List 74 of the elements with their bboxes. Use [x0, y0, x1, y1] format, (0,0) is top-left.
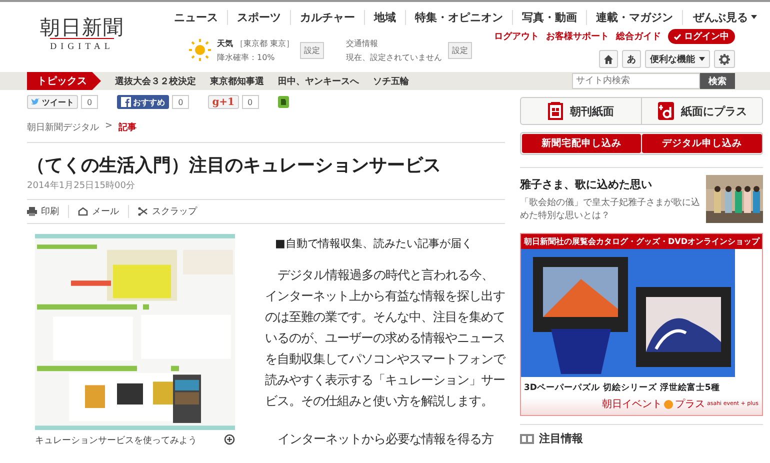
scissors-icon	[138, 207, 148, 216]
tools-menu-button[interactable]: 便利な機能	[645, 50, 710, 68]
ad-header: 朝日新聞社の展覧会カタログ・グッズ・DVDオンラインショップ	[521, 234, 762, 249]
nav-link[interactable]: スポーツ	[228, 10, 291, 24]
article-date: 2014年1月25日15時00分	[27, 179, 505, 200]
rain-chance: 降水確率：10%	[217, 52, 276, 62]
image-caption: キュレーションサービスを使ってみよう	[35, 434, 197, 447]
weather-settings-button[interactable]: 設定	[300, 42, 324, 58]
ad-caption: 3Dペーパーパズル 切絵シリーズ 浮世絵富士5種	[523, 382, 721, 395]
subscribe-button[interactable]: 新聞宅配申し込み	[522, 134, 642, 153]
traffic-settings-button[interactable]: 設定	[448, 42, 472, 58]
search-button[interactable]: 検索	[700, 73, 735, 89]
share-count: 0	[172, 95, 190, 109]
section-title: 注目情報	[539, 431, 583, 446]
brand-suffix: プラス	[674, 398, 705, 411]
facebook-icon	[121, 97, 132, 107]
article-subheading: ■自動で情報収集、読みたい記事が届く	[275, 236, 474, 251]
subscribe-button[interactable]: デジタル申し込み	[642, 134, 762, 153]
nav-link[interactable]: 連載・マガジン	[587, 10, 683, 24]
share-count: 0	[81, 95, 98, 109]
topic-link[interactable]: 選抜大会３２校決定	[115, 74, 196, 88]
share-button[interactable]: おすすめ	[117, 95, 170, 109]
section-icon	[520, 434, 534, 444]
printer-icon	[27, 207, 37, 216]
feature-summary: 「歌会始の儀」で皇太子妃雅子さまが歌に込めた特別な思いとは？	[520, 197, 700, 223]
settings-button[interactable]	[714, 50, 735, 68]
brand-name: 朝日イベント	[602, 398, 662, 411]
nav-more-link[interactable]: ぜんぶ見る	[683, 10, 757, 24]
article-tool-link[interactable]: スクラップ	[129, 205, 206, 218]
header-link[interactable]: お客様サポート	[546, 30, 609, 43]
check-icon	[674, 34, 681, 40]
home-button[interactable]	[599, 50, 618, 68]
brand-dot-icon	[664, 400, 673, 408]
font-size-button[interactable]: あ	[622, 50, 641, 68]
newspaper-icon	[548, 102, 564, 120]
nav-link[interactable]: カルチャー	[291, 10, 365, 24]
weather-location: 天気 ［東京都 東京］	[217, 38, 294, 48]
share-count: 0	[242, 95, 259, 109]
paper-button[interactable]: 朝刊紙面	[521, 98, 642, 124]
gear-icon	[719, 54, 730, 64]
share-button[interactable]: g+1	[208, 95, 239, 109]
nav-link[interactable]: 写真・動画	[513, 10, 587, 24]
header-link[interactable]: ログアウト	[494, 30, 539, 43]
traffic-status: 現在、設定されていません	[346, 52, 442, 62]
breadcrumb-current[interactable]: 記事	[118, 121, 137, 134]
topics-label: トピックス	[27, 72, 101, 90]
header-link[interactable]: 総合ガイド	[616, 30, 661, 43]
topic-link[interactable]: 東京都知事選	[210, 74, 264, 88]
feature-headline[interactable]: 雅子さま、歌に込めた思い	[520, 177, 700, 192]
logo-title[interactable]: 朝日新聞	[40, 16, 124, 38]
topic-link[interactable]: 田中、ヤンキースへ	[278, 74, 359, 88]
plus-d-icon	[658, 102, 674, 120]
paper-button[interactable]: 紙面にプラス	[641, 98, 762, 124]
evernote-icon[interactable]	[278, 96, 289, 108]
article-paragraph: デジタル情報過多の時代と言われる今、インターネット上から有益な情報を探し出すのは至難の業です。そんな中、注目を集めているのが、ユーザーの求める情報やニュースを自動収集してパソコンやスマートフォンで読みやすく表示する「キュレーション」サービス。その仕組みと使い方を解説します。	[265, 266, 505, 410]
nav-link[interactable]: ニュース	[165, 10, 228, 24]
traffic-label: 交通情報	[346, 38, 380, 48]
zoom-icon[interactable]	[224, 434, 235, 445]
share-button[interactable]: ツイート	[27, 95, 78, 109]
nav-link[interactable]: 特集・オピニオン	[406, 10, 513, 24]
article-title: （てくの生活入門）注目のキュレーションサービス	[27, 154, 442, 177]
article-tool-link[interactable]: メール	[69, 205, 129, 218]
sun-icon	[189, 39, 211, 61]
search-field[interactable]: サイト内検索	[572, 73, 700, 89]
home-icon	[604, 54, 613, 64]
article-tool-link[interactable]: 印刷	[27, 205, 69, 218]
breadcrumb-link[interactable]: 朝日新聞デジタル	[27, 121, 99, 134]
breadcrumb-separator: >	[105, 121, 113, 133]
login-badge[interactable]: ログイン中	[668, 29, 735, 44]
article-paragraph: インターネットから必要な情報を得る方	[276, 430, 494, 448]
topic-link[interactable]: ソチ五輪	[373, 74, 409, 88]
bird-icon	[31, 98, 40, 106]
nav-link[interactable]: 地域	[365, 10, 406, 24]
logo-subtitle: DIGITAL	[50, 38, 114, 51]
